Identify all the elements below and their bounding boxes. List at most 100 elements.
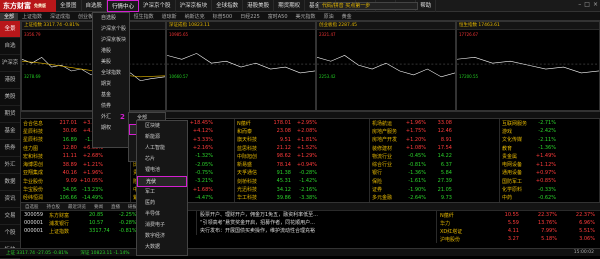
menu-option[interactable]: 自选股 <box>93 13 129 24</box>
table-row[interactable]: 电网设备 +1.12% <box>500 160 599 169</box>
index-tab[interactable]: 黄金 <box>338 13 356 20</box>
menu-option[interactable]: 基金 <box>93 90 129 101</box>
index-tab[interactable]: 全部 <box>0 12 19 20</box>
sidebar-item[interactable]: 美股 <box>0 89 20 106</box>
menu-item[interactable]: 帮助 <box>416 0 437 12</box>
table-row[interactable]: 中药 -0.62% <box>500 194 599 202</box>
menu-item[interactable]: 自选股 <box>82 0 108 12</box>
menu-item[interactable]: 行情中心 <box>107 0 140 12</box>
chart-panel-szindex[interactable]: 深证成指 10823.11 10985.65 10660.57 <box>166 21 316 111</box>
news-item[interactable]: “引领高考”悬赏奖金开启，招募作者，同花顺用户... <box>197 219 436 227</box>
chart-panel-cyb[interactable]: 创业板指 2287.45 2321.47 2253.42 <box>316 21 456 111</box>
table-row[interactable]: 化学原料 -0.33% <box>500 185 599 194</box>
menu-option[interactable]: 军工 <box>137 187 187 198</box>
table-row[interactable]: 装修建材 +1.08% 17.54 <box>370 144 499 152</box>
table-row[interactable]: 中际旭创 98.62 +1.29% <box>235 152 369 160</box>
sidebar-item[interactable]: 债券 <box>0 140 20 157</box>
sidebar-item[interactable]: 期货 <box>0 106 20 123</box>
menu-option[interactable]: 期权 <box>93 123 129 134</box>
menu-item[interactable]: 港股美股 <box>243 0 275 12</box>
news-tab[interactable]: 要闻 <box>90 204 107 210</box>
table-row[interactable]: 亚翔集成 40.16 +1.96% <box>21 169 130 177</box>
table-row[interactable]: 旗天科技 9.51 +1.81% <box>235 136 369 144</box>
bottom-tab[interactable]: 持仓股 <box>43 204 65 210</box>
table-row[interactable]: 通用设备 +0.97% <box>500 169 599 177</box>
maximize-icon[interactable]: □ <box>584 1 590 8</box>
table-row[interactable]: 华业股份 9.09 +10.05% <box>21 177 130 185</box>
table-row[interactable]: 贵金属 +1.49% <box>500 152 599 160</box>
table-row[interactable]: 国防军工 +0.85% <box>500 177 599 185</box>
table-row[interactable]: 宏和科技 11.11 +2.68% <box>21 152 130 160</box>
table-row[interactable]: 机场航运 +1.96% 33.08 <box>370 119 499 127</box>
table-row[interactable]: 保险 -1.61% 27.39 <box>370 177 499 185</box>
sidebar-item[interactable]: 自选 <box>0 38 20 55</box>
table-row[interactable]: 剑桥科技 45.31 -1.42% <box>235 177 369 185</box>
table-row[interactable]: 华宝股份 34.05 -13.23% <box>21 185 130 194</box>
table-row[interactable]: 游戏 -2.42% <box>500 127 599 135</box>
table-row[interactable]: 海博思创 38.89 +1.21% <box>21 160 130 169</box>
table-row[interactable]: 光迅科技 34.12 -2.16% <box>235 185 369 194</box>
table-row[interactable]: 房地产服务 +1.75% 12.46 <box>370 127 499 135</box>
menu-option[interactable]: 人工智能 <box>137 143 187 154</box>
menu-option[interactable]: 全球指数 <box>93 68 129 79</box>
index-tab[interactable]: 上证指数 <box>18 13 46 20</box>
table-row[interactable]: 银行 -1.36% 5.84 <box>370 169 499 177</box>
index-tab[interactable]: 标普500 <box>209 13 237 20</box>
sidebar-item[interactable]: 交易 <box>0 208 20 225</box>
index-tab[interactable]: 美元指数 <box>292 13 320 20</box>
menu-item[interactable]: 沪深京板块 <box>176 0 213 12</box>
menu-option[interactable]: 大数据 <box>137 242 187 253</box>
bottom-tab[interactable]: 最近浏览 <box>64 204 90 210</box>
sidebar-item[interactable]: 全景 <box>0 21 20 38</box>
minimize-icon[interactable]: – <box>578 1 581 8</box>
menu-option[interactable]: 债券 <box>93 101 129 112</box>
table-row[interactable]: 房地产开发 +1.20% 8.91 <box>370 136 499 144</box>
menu-option[interactable]: 数字经济 <box>137 231 187 242</box>
sidebar-item[interactable]: 外汇 <box>0 157 20 174</box>
rank-row[interactable]: 华力 5.59 13.76% 6.96% <box>437 219 600 227</box>
index-tab[interactable]: 恒生指数 <box>130 13 158 20</box>
news-item[interactable]: 股票开户、理财开户，佣金万1免五，融资利率低至... <box>197 211 436 219</box>
sidebar-item[interactable]: 基金 <box>0 123 20 140</box>
menu-item[interactable]: 全球指数 <box>212 0 244 12</box>
table-row[interactable]: 和而泰 23.08 +2.08% <box>235 127 369 135</box>
search-input[interactable]: 代码/拼音 买点第一步 <box>318 2 418 10</box>
news-tab[interactable]: 直播 <box>107 204 124 210</box>
index-tab[interactable]: 原油 <box>320 13 338 20</box>
sidebar-item[interactable]: 个股 <box>0 225 20 242</box>
menu-option[interactable]: 新能源 <box>137 132 187 143</box>
rank-row[interactable]: N蕴纤 10.55 22.37% 22.37% <box>437 211 600 219</box>
index-tab[interactable]: 纳斯达克 <box>181 13 209 20</box>
menu-option[interactable]: 消费电子 <box>137 220 187 231</box>
menu-option[interactable]: 半导体 <box>137 209 187 220</box>
table-row[interactable]: 证券 -1.90% 21.05 <box>370 185 499 194</box>
sidebar-item[interactable]: 港股 <box>0 72 20 89</box>
index-tab[interactable]: 日经225 <box>236 13 264 20</box>
index-tab[interactable]: 深证成指 <box>46 13 74 20</box>
table-row[interactable]: 天孚通信 91.38 -0.28% <box>235 169 369 177</box>
news-item[interactable]: 央行发布：开展国债买卖操作，维护流动性合理充裕 <box>197 227 436 235</box>
table-row[interactable]: 经纬恒润 106.66 -14.49% <box>21 194 130 202</box>
table-row[interactable]: 综合行业 -0.81% 6.37 <box>370 160 499 169</box>
menu-option[interactable]: 光伏 <box>137 176 187 187</box>
close-icon[interactable]: × <box>593 1 598 8</box>
menu-option[interactable]: 港股 <box>93 46 129 57</box>
menu-option[interactable]: 锂电池 <box>137 165 187 176</box>
menu-item[interactable]: 期货期权 <box>274 0 306 12</box>
chart-panel-hsi[interactable]: 恒生指数 17463.61 17726.67 17200.55 <box>456 21 600 111</box>
rank-row[interactable]: XD红塔证 4.11 7.99% 5.51% <box>437 227 600 235</box>
menu-option[interactable]: 医药 <box>137 198 187 209</box>
table-row[interactable]: 蓝思科技 21.12 +1.52% <box>235 144 369 152</box>
menu-option[interactable]: 美股 <box>93 57 129 68</box>
table-row[interactable]: 文化传媒 -2.11% <box>500 136 599 144</box>
menu-option[interactable]: 期货 <box>93 79 129 90</box>
menu-item[interactable]: 全景图 <box>56 0 82 12</box>
table-row[interactable]: 教育 -1.36% <box>500 144 599 152</box>
table-row[interactable]: 物流行业 -0.45% 14.22 <box>370 152 499 160</box>
table-row[interactable]: 互联网服务 -2.71% <box>500 119 599 127</box>
sidebar-item[interactable]: 沪深京 <box>0 55 20 72</box>
index-tab[interactable]: 道琼斯 <box>158 13 181 20</box>
index-tab[interactable]: 富时A50 <box>264 13 292 20</box>
menu-item[interactable]: 沪深京个股 <box>139 0 176 12</box>
table-row[interactable]: 华工科技 39.86 -3.38% <box>235 194 369 202</box>
